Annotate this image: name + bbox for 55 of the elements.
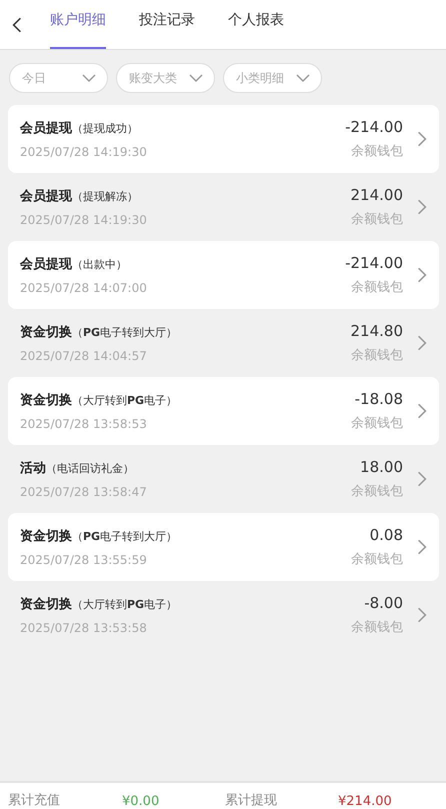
record-detail: （PG电子转到大厅） <box>72 529 178 544</box>
record-title: 资金切换 <box>20 324 72 341</box>
record-time: 2025/07/28 14:19:30 <box>20 145 148 159</box>
record-card[interactable]: 资金切换（PG电子转到大厅） 2025/07/28 14:04:57 214.80 余额钱包 <box>8 309 439 377</box>
record-card[interactable]: 资金切换（大厅转到PG电子） 2025/07/28 13:58:53 -18.08 余额钱包 <box>8 377 439 445</box>
wallet-label: 余额钱包 <box>351 415 403 432</box>
wallet-label: 余额钱包 <box>351 279 403 296</box>
record-amount: 0.08 <box>370 526 403 544</box>
wallet-label: 余额钱包 <box>351 551 403 568</box>
tab[interactable]: 投注记录 <box>139 0 195 49</box>
record-title: 活动 <box>20 460 46 477</box>
record-card[interactable]: 会员提现（提现解冻） 2025/07/28 14:19:30 214.00 余额钱包 <box>8 173 439 241</box>
wallet-label: 余额钱包 <box>351 347 403 364</box>
tab[interactable]: 账户明细 <box>50 0 106 49</box>
record-card[interactable]: 资金切换（大厅转到PG电子） 2025/07/28 13:53:58 -8.00 余额钱包 <box>8 581 439 649</box>
record-amount: -214.00 <box>345 254 403 272</box>
recharge-label: 累计充值 <box>8 792 61 809</box>
record-detail: （出款中） <box>72 257 127 272</box>
record-time: 2025/07/28 14:19:30 <box>20 213 148 227</box>
record-detail: （PG电子转到大厅） <box>72 325 178 340</box>
wallet-label: 余额钱包 <box>351 211 403 228</box>
wallet-label: 余额钱包 <box>351 143 403 160</box>
tab[interactable]: 个人报表 <box>228 0 284 49</box>
record-time: 2025/07/28 14:07:00 <box>20 281 148 295</box>
record-title: 会员提现 <box>20 256 72 273</box>
record-detail: （提现解冻） <box>72 189 138 204</box>
record-title: 会员提现 <box>20 188 72 205</box>
wallet-label: 余额钱包 <box>351 619 403 636</box>
record-title: 资金切换 <box>20 528 72 545</box>
record-time: 2025/07/28 14:04:57 <box>20 349 148 363</box>
record-detail: （大厅转到PG电子） <box>72 597 178 612</box>
record-detail: （大厅转到PG电子） <box>72 393 178 408</box>
record-card[interactable]: 会员提现（提现成功） 2025/07/28 14:19:30 -214.00 余额钱包 <box>8 105 439 173</box>
record-amount: -18.08 <box>354 390 403 408</box>
record-detail: （提现成功） <box>72 121 138 136</box>
record-time: 2025/07/28 13:58:47 <box>20 485 148 499</box>
wallet-label: 余额钱包 <box>351 483 403 500</box>
record-title: 资金切换 <box>20 392 72 409</box>
withdraw-label: 累计提现 <box>225 792 278 809</box>
record-title: 会员提现 <box>20 120 72 137</box>
record-card[interactable]: 活动（电话回访礼金） 2025/07/28 13:58:47 18.00 余额钱包 <box>8 445 439 513</box>
record-time: 2025/07/28 13:58:53 <box>20 417 148 431</box>
record-title: 资金切换 <box>20 596 72 613</box>
recharge-value: ¥0.00 <box>122 794 160 809</box>
record-time: 2025/07/28 13:53:58 <box>20 621 148 635</box>
record-detail: （电话回访礼金） <box>46 461 134 476</box>
record-amount: -214.00 <box>345 118 403 136</box>
record-amount: -8.00 <box>364 594 403 612</box>
withdraw-value: ¥214.00 <box>338 794 393 809</box>
record-card[interactable]: 会员提现（出款中） 2025/07/28 14:07:00 -214.00 余额钱包 <box>8 241 439 309</box>
record-amount: 18.00 <box>360 458 403 476</box>
record-time: 2025/07/28 13:55:59 <box>20 553 148 567</box>
record-amount: 214.80 <box>350 322 403 340</box>
record-card[interactable]: 资金切换（PG电子转到大厅） 2025/07/28 13:55:59 0.08 余额钱包 <box>8 513 439 581</box>
record-amount: 214.00 <box>350 186 403 204</box>
